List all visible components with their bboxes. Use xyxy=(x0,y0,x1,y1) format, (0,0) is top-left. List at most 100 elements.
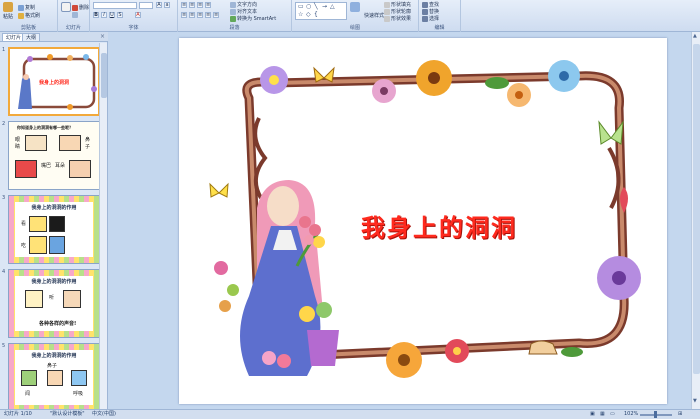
slide-title[interactable]: 我身上的洞洞 xyxy=(361,208,517,243)
shape-effects-button[interactable]: 形状效果 xyxy=(384,15,411,22)
close-icon[interactable]: × xyxy=(100,33,105,40)
align-left-button[interactable]: ≡ xyxy=(181,12,187,18)
columns-button[interactable]: ≡ xyxy=(213,12,219,18)
orange-flower-icon xyxy=(416,60,452,96)
slide-number: 2 xyxy=(2,121,6,127)
arrange-button[interactable] xyxy=(350,2,360,12)
scrollbar-thumb[interactable] xyxy=(693,44,700,374)
bold-button[interactable]: B xyxy=(93,12,99,18)
new-slide-button[interactable] xyxy=(61,2,71,12)
select-arrow-icon xyxy=(422,15,428,22)
font-name-field[interactable] xyxy=(93,2,137,9)
arrow-shape-icon[interactable]: → xyxy=(322,3,327,10)
rectangle-shape-icon[interactable]: ▭ xyxy=(298,3,304,10)
copy-icon xyxy=(18,4,24,11)
slide-editor-scrollbar[interactable]: ▲ ▼ xyxy=(691,32,700,409)
bullets-button[interactable]: ≡ xyxy=(181,2,187,8)
replace-button[interactable]: 替换 xyxy=(422,8,439,15)
shrink-font-button[interactable]: a xyxy=(164,2,170,8)
slideshow-view-icon[interactable]: ▭ xyxy=(610,410,615,419)
font-size-field[interactable] xyxy=(139,2,153,9)
theme-status: "默认设计模板" xyxy=(50,411,85,417)
triangle-shape-icon[interactable]: △ xyxy=(330,3,335,10)
peach-flower-icon xyxy=(507,83,531,107)
text-direction-button[interactable]: 文字方向 xyxy=(230,1,257,8)
slide-number: 5 xyxy=(2,343,6,349)
font-group: A a B I U S A 字体 xyxy=(90,0,178,32)
pink-flower-icon xyxy=(372,79,396,103)
zoom-level[interactable]: 102% xyxy=(624,410,638,419)
text-direction-icon xyxy=(230,1,236,8)
font-color-button[interactable]: A xyxy=(135,12,141,18)
editing-group: 查找 替换 选择 编辑 xyxy=(419,0,461,32)
numbering-button[interactable]: ≡ xyxy=(189,2,195,8)
slide-thumbnail-title: 我身上的洞洞的作用 xyxy=(31,205,77,211)
line-shape-icon[interactable]: ╲ xyxy=(314,3,318,10)
slides-pane-scrollbar[interactable] xyxy=(99,43,107,409)
star-shape-icon[interactable]: ☆ xyxy=(298,11,303,18)
slide-number: 1 xyxy=(2,47,6,53)
slide-thumbnails: 1 我身上的洞洞 2 你知道身上的洞洞有哪一些呢？ 眼睛 鼻子 嘴巴 耳朵 3 … xyxy=(0,43,100,409)
tab-outline[interactable]: 大纲 xyxy=(22,33,41,41)
select-button[interactable]: 选择 xyxy=(422,15,439,22)
align-center-button[interactable]: ≡ xyxy=(189,12,195,18)
normal-view-icon[interactable]: ▣ xyxy=(590,410,595,419)
align-text-button[interactable]: 对齐文本 xyxy=(230,8,257,15)
zoom-slider-handle[interactable] xyxy=(654,411,657,418)
yellow-butterfly-icon xyxy=(209,182,229,198)
shape-fill-button[interactable]: 形状填充 xyxy=(384,1,411,8)
slide-preview: 我身上的洞洞的作用 鼻子 闻 呼吸 xyxy=(8,343,100,409)
underline-button[interactable]: U xyxy=(109,12,115,18)
brace-shape-icon[interactable]: { xyxy=(314,11,318,18)
effects-icon xyxy=(384,15,390,22)
copy-button[interactable]: 复制 xyxy=(18,4,35,11)
slide-editor: 我身上的洞洞 ▲ ▼ xyxy=(109,32,700,409)
current-slide[interactable]: 我身上的洞洞 xyxy=(179,38,667,404)
layout-button[interactable] xyxy=(72,12,78,18)
smartart-button[interactable]: 转换为 SmartArt xyxy=(230,15,276,22)
child-breathing-picture xyxy=(71,370,87,386)
replace-icon xyxy=(422,8,428,15)
language-status[interactable]: 中文(中国) xyxy=(92,410,116,419)
shape-outline-button[interactable]: 形状轮廓 xyxy=(384,8,411,15)
scrollbar-thumb[interactable] xyxy=(101,53,107,98)
layout-icon xyxy=(72,12,78,18)
align-text-icon xyxy=(230,8,236,15)
justify-button[interactable]: ≡ xyxy=(205,12,211,18)
lavender-flower-icon xyxy=(597,256,641,300)
shapes-gallery[interactable]: ▭ ○ ╲ → △ ☆ ◇ { xyxy=(295,2,347,20)
find-button[interactable]: 查找 xyxy=(422,1,439,8)
daisy-plant-illustration xyxy=(214,261,239,312)
paste-button[interactable]: 粘贴 xyxy=(3,2,13,20)
fit-window-icon[interactable]: ⊞ xyxy=(678,410,682,419)
paste-icon xyxy=(3,2,13,12)
format-painter-button[interactable]: 格式刷 xyxy=(18,12,40,19)
scroll-down-icon[interactable]: ▼ xyxy=(693,398,697,404)
child-listening-picture xyxy=(25,290,43,308)
quick-styles-button[interactable]: 快速样式 xyxy=(364,12,384,19)
new-slide-icon xyxy=(61,2,71,12)
increase-indent-button[interactable]: ≡ xyxy=(205,2,211,8)
scroll-up-icon[interactable]: ▲ xyxy=(693,33,697,39)
ear-picture xyxy=(69,160,91,178)
leaf-icon xyxy=(485,77,509,89)
ear-picture xyxy=(63,290,81,308)
oval-shape-icon[interactable]: ○ xyxy=(306,3,311,10)
italic-button[interactable]: I xyxy=(101,12,107,18)
status-bar: 幻灯片 1/10 "默认设计模板" 中文(中国) ▣ ▦ ▭ 102% ⊞ xyxy=(0,409,700,419)
strikethrough-button[interactable]: S xyxy=(117,12,123,18)
ribbon: 粘贴 复制 格式刷 剪贴板 删除 幻灯片 A a B I U S A 字体 ≡ … xyxy=(0,0,700,32)
drawing-group: ▭ ○ ╲ → △ ☆ ◇ { 快速样式 形状填充 形状轮廓 形状效果 绘图 xyxy=(292,0,419,32)
clipboard-group: 粘贴 复制 格式刷 剪贴板 xyxy=(0,0,58,32)
slide-number: 3 xyxy=(2,195,6,201)
slide-thumbnail-title: 我身上的洞洞的作用 xyxy=(31,353,77,359)
leaf-icon xyxy=(561,347,583,357)
grow-font-button[interactable]: A xyxy=(156,2,162,8)
purple-flower-icon xyxy=(260,66,288,94)
callout-shape-icon[interactable]: ◇ xyxy=(306,11,311,18)
slide-number: 4 xyxy=(2,269,6,275)
slide-sorter-view-icon[interactable]: ▦ xyxy=(600,410,605,419)
delete-slide-button[interactable]: 删除 xyxy=(72,4,89,11)
decrease-indent-button[interactable]: ≡ xyxy=(197,2,203,8)
align-right-button[interactable]: ≡ xyxy=(197,12,203,18)
